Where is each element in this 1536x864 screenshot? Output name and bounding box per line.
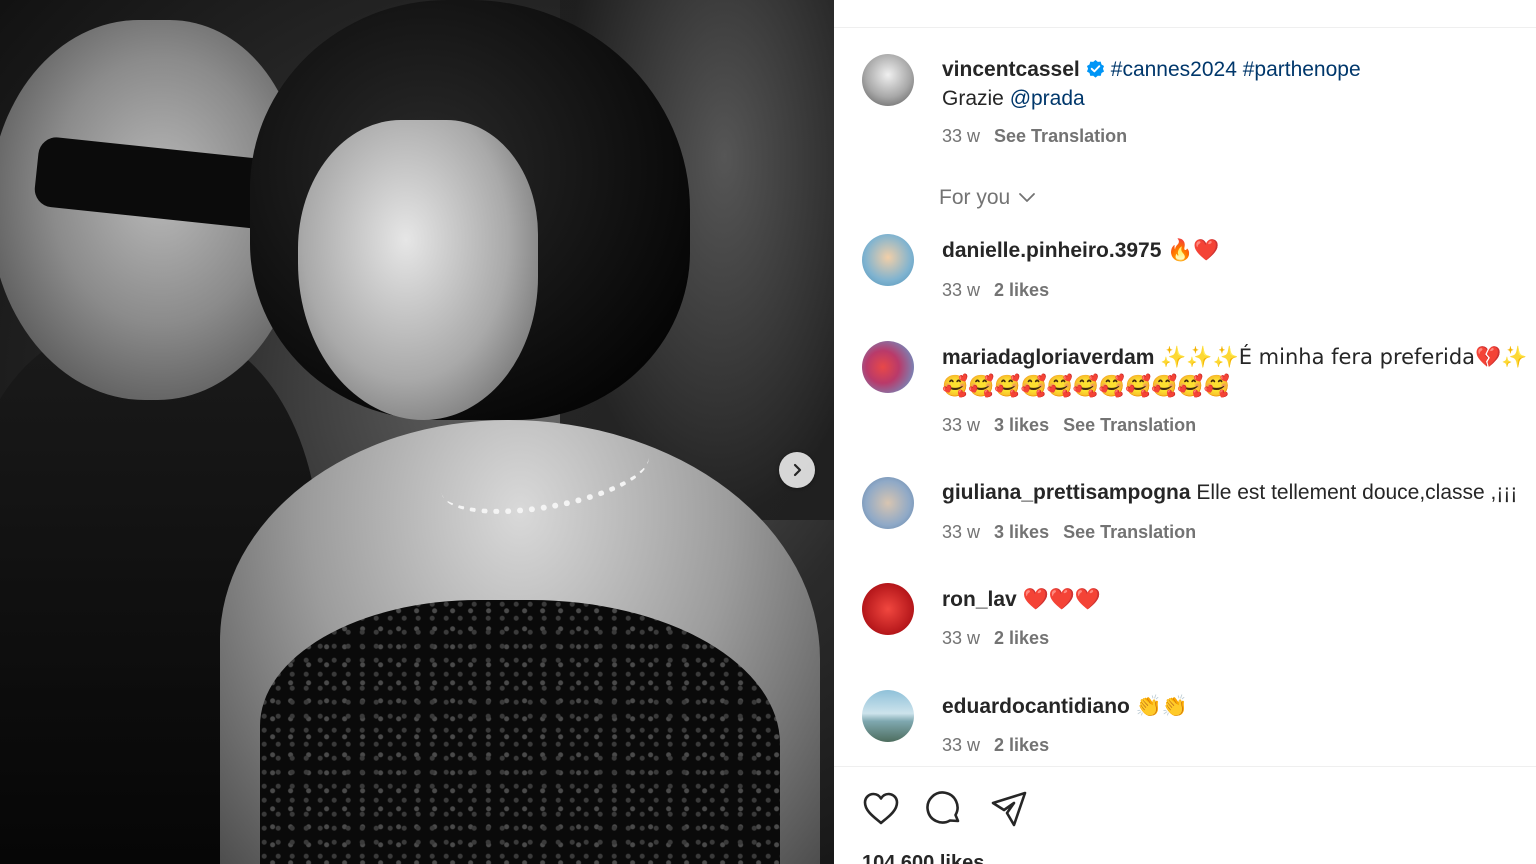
comment-age: 33 w [942,280,981,300]
comment-text-continued: 🥰🥰🥰🥰🥰🥰🥰🥰🥰🥰🥰 [942,374,1230,398]
comment-age: 33 w [942,628,981,648]
comment-username[interactable]: eduardocantidiano [942,695,1130,718]
caption-text: Grazie [942,87,1010,110]
comment-line: giuliana_prettisampogna Elle est telleme… [942,480,1517,506]
comment-age: 33 w [942,735,981,755]
comment-text: ✨✨✨É minha fera preferida💔✨ [1160,345,1528,369]
likes-count[interactable]: 104,600 likes [862,852,984,864]
comment-likes[interactable]: 2 likes [994,280,1049,300]
comments-filter-dropdown[interactable]: For you [939,186,1036,210]
comment-text: ❤️❤️❤️ [1022,587,1101,611]
caption-hashtags[interactable]: #cannes2024 #parthenope [1111,58,1361,81]
comment-line: danielle.pinheiro.3975 🔥❤️ [942,237,1220,264]
comment-text: Elle est tellement douce,classe ,¡¡¡ [1196,481,1518,504]
comment-likes[interactable]: 2 likes [994,628,1049,648]
comment-line: ron_lav ❤️❤️❤️ [942,586,1101,613]
comment-line: eduardocantidiano 👏👏 [942,693,1188,720]
comment-meta: 33 w 2 likes [942,628,1063,649]
comment-meta: 33 w 2 likes [942,280,1063,301]
caption-mention[interactable]: @prada [1010,87,1085,110]
comment-avatar[interactable] [862,341,914,393]
verified-badge-icon [1086,59,1104,78]
comment-meta: 33 w 3 likes See Translation [942,415,1210,436]
chevron-down-icon [1019,193,1036,202]
comment-avatar[interactable] [862,477,914,529]
comment-username[interactable]: giuliana_prettisampogna [942,481,1191,504]
author-avatar[interactable] [862,54,914,106]
see-translation-link[interactable]: See Translation [1063,415,1196,435]
comment-username[interactable]: mariadagloriaverdam [942,346,1154,369]
carousel-next-button[interactable] [779,452,815,488]
comment-meta: 33 w 3 likes See Translation [942,522,1210,543]
comment-text: 👏👏 [1135,694,1188,718]
see-translation-link[interactable]: See Translation [994,126,1127,146]
comment-avatar[interactable] [862,234,914,286]
post-details-panel: vincentcassel #cannes2024 #parthenope Gra… [834,0,1536,864]
see-translation-link[interactable]: See Translation [1063,522,1196,542]
like-icon[interactable] [862,790,900,828]
header-divider [834,27,1536,28]
comments-filter-label: For you [939,186,1011,209]
comment-icon[interactable] [925,790,963,828]
caption-age: 33 w [942,126,981,146]
comment-age: 33 w [942,522,981,542]
comment-username[interactable]: ron_lav [942,588,1017,611]
comment-likes[interactable]: 3 likes [994,522,1049,542]
actions-divider [834,766,1536,767]
comment-avatar[interactable] [862,690,914,742]
share-icon[interactable] [990,790,1028,828]
comment-likes[interactable]: 3 likes [994,415,1049,435]
caption-meta: 33 w See Translation [942,126,1141,147]
post-photo[interactable] [0,0,834,864]
comment-likes[interactable]: 2 likes [994,735,1049,755]
author-username[interactable]: vincentcassel [942,58,1080,81]
comment-age: 33 w [942,415,981,435]
comment-avatar[interactable] [862,583,914,635]
chevron-right-icon [793,463,802,477]
comment-username[interactable]: danielle.pinheiro.3975 [942,239,1161,262]
comment-text: 🔥❤️ [1167,238,1220,262]
comment-meta: 33 w 2 likes [942,735,1063,756]
caption-line-1: vincentcassel #cannes2024 #parthenope [942,57,1361,83]
caption-line-2: Grazie @prada [942,86,1085,112]
comment-line: mariadagloriaverdam ✨✨✨É minha fera pref… [942,344,1527,371]
photo-sequin-dress [260,600,780,864]
